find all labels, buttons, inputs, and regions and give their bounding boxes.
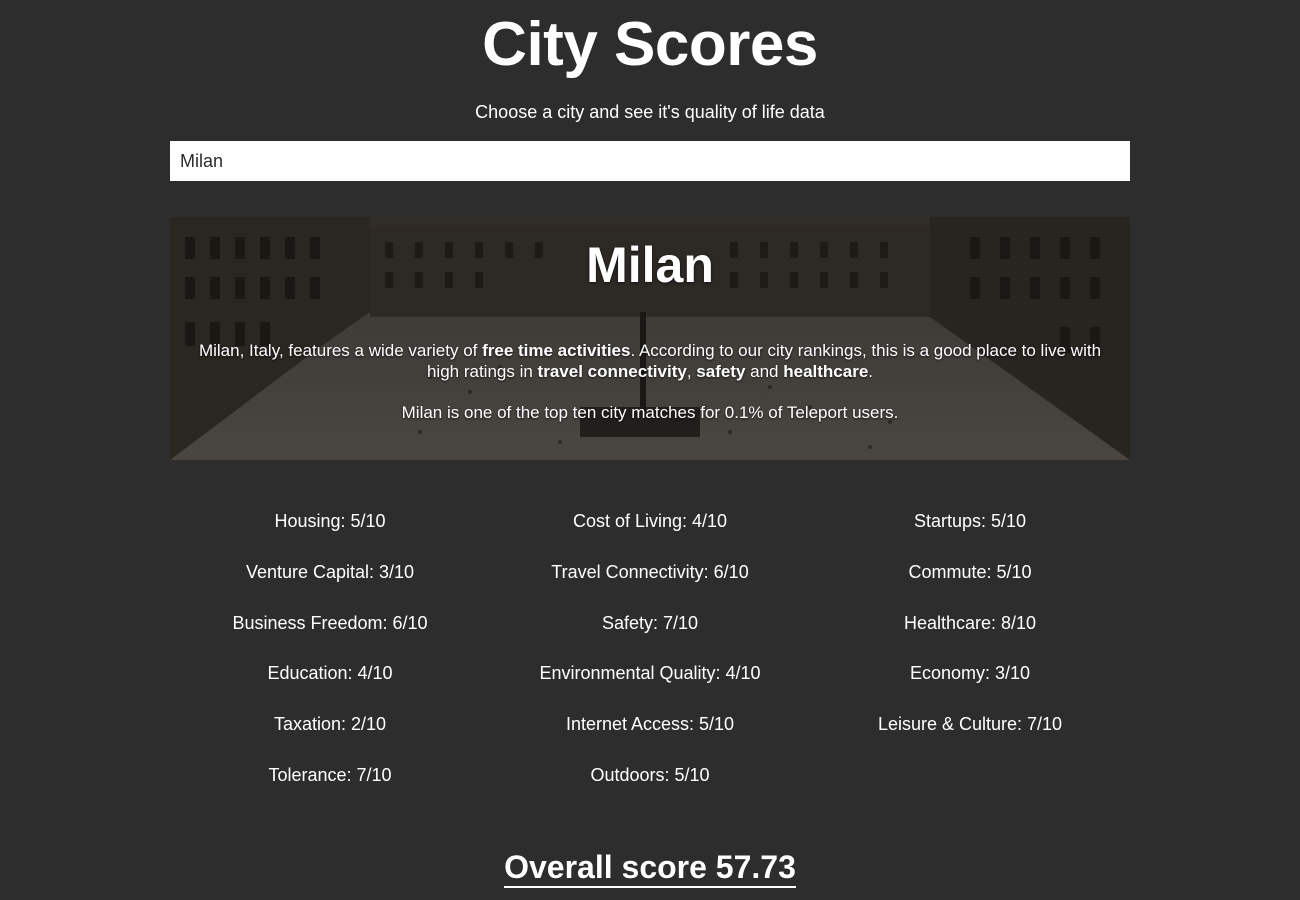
score-item: Leisure & Culture: 7/10: [877, 714, 1063, 735]
score-item: Taxation: 2/10: [273, 714, 387, 735]
summary-part: .: [868, 362, 874, 381]
score-item: Healthcare: 8/10: [903, 612, 1037, 633]
score-item: Venture Capital: 3/10: [245, 561, 415, 582]
city-summary: Milan, Italy, features a wide variety of…: [190, 340, 1110, 382]
page: City Scores Choose a city and see it's q…: [0, 0, 1300, 900]
score-item: Environmental Quality: 4/10: [539, 663, 761, 684]
score-item: Economy: 3/10: [909, 663, 1031, 684]
city-name-heading: Milan: [586, 237, 714, 293]
score-item: Housing: 5/10: [274, 511, 386, 531]
summary-part: Milan, Italy, features a wide variety of: [198, 341, 483, 360]
summary-part: ,: [686, 362, 697, 381]
score-item: Outdoors: 5/10: [590, 764, 710, 785]
page-subtitle: Choose a city and see it's quality of li…: [475, 102, 825, 122]
score-item: Travel Connectivity: 6/10: [551, 561, 749, 582]
score-item: Business Freedom: 6/10: [232, 612, 428, 633]
overall-score: Overall score 57.73: [504, 848, 796, 888]
page-title: City Scores: [482, 10, 818, 79]
summary-part: and: [745, 362, 784, 381]
score-item: Internet Access: 5/10: [565, 714, 735, 735]
score-item: Startups: 5/10: [913, 511, 1027, 531]
city-search-input[interactable]: [170, 141, 1130, 181]
summary-highlight: free time activities: [482, 341, 631, 360]
summary-highlight: healthcare: [783, 362, 869, 381]
summary-highlight: travel connectivity: [537, 362, 687, 381]
city-hero-banner: Milan Milan, Italy, features a wide vari…: [170, 217, 1130, 460]
score-item: Education: 4/10: [267, 663, 393, 684]
score-item: Safety: 7/10: [601, 612, 699, 633]
score-item: Tolerance: 7/10: [268, 764, 392, 785]
overall-score-section: Overall score 57.73: [0, 848, 1300, 888]
score-item: Cost of Living: 4/10: [572, 511, 728, 531]
score-item: Commute: 5/10: [908, 561, 1032, 582]
summary-highlight: safety: [696, 362, 746, 381]
city-match-text: Milan is one of the top ten city matches…: [401, 403, 899, 422]
category-scores-grid: Housing: 5/10 Cost of Living: 4/10 Start…: [170, 500, 1130, 805]
